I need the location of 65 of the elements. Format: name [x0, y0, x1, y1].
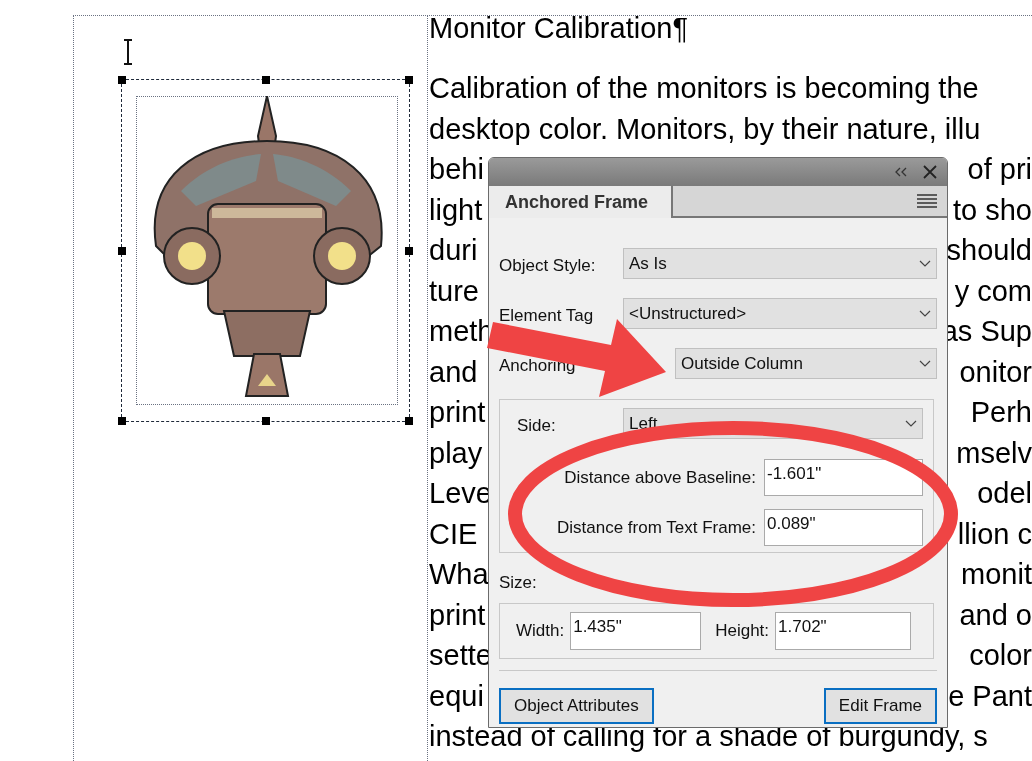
- resize-handle[interactable]: [262, 76, 270, 84]
- resize-handle[interactable]: [405, 76, 413, 84]
- text-line: light: [429, 192, 483, 228]
- heading: Monitor Calibration¶: [429, 11, 689, 46]
- text-line: monit: [961, 557, 1032, 592]
- field-label: Distance from Text Frame:: [556, 516, 756, 539]
- frame-selection[interactable]: [121, 79, 410, 422]
- field-label: Object Style:: [499, 254, 597, 277]
- text-line: Perh: [970, 395, 1032, 430]
- text-input[interactable]: 1.435": [570, 611, 702, 650]
- text-line: onitor: [959, 354, 1032, 390]
- text-line: Calibration of the monitors is becoming the: [429, 71, 979, 106]
- text-line: odel: [977, 476, 1032, 511]
- text-input[interactable]: 1.702": [775, 611, 912, 650]
- text-line: should: [946, 233, 1032, 268]
- text-line: Wha: [429, 557, 489, 592]
- resize-handle[interactable]: [405, 417, 413, 425]
- resize-handle[interactable]: [118, 247, 126, 255]
- text-line: to sho: [953, 192, 1032, 228]
- field-label: Distance above Baseline:: [564, 466, 756, 489]
- text-line: and o: [959, 597, 1032, 633]
- text-line: print: [429, 395, 486, 430]
- chevron-icon: [919, 260, 931, 267]
- chevron-icon: [919, 360, 931, 367]
- text-line: e Pant: [948, 678, 1032, 714]
- dropdown[interactable]: <Unstructured>: [623, 298, 937, 329]
- dropdown[interactable]: As Is: [623, 248, 937, 279]
- text-line: duri: [429, 233, 478, 268]
- text-line: play: [429, 435, 483, 471]
- text-input[interactable]: 0.089": [764, 509, 923, 546]
- size-label: Size:: [499, 572, 538, 594]
- text-line: Leve: [429, 476, 492, 511]
- text-line: color: [969, 638, 1032, 673]
- resize-handle[interactable]: [118, 76, 126, 84]
- text-cursor-icon: [123, 39, 133, 65]
- resize-handle[interactable]: [262, 417, 270, 425]
- field-label: Anchoring: [499, 354, 577, 377]
- text-input[interactable]: -1.601": [764, 459, 923, 496]
- resize-handle[interactable]: [405, 247, 413, 255]
- text-line: and: [429, 354, 478, 390]
- menu-icon[interactable]: [917, 194, 937, 208]
- collapse-icon[interactable]: [895, 167, 907, 177]
- field-label: Width:: [516, 619, 565, 642]
- text-line: print: [429, 597, 486, 633]
- text-line: sette: [429, 638, 492, 673]
- chevron-icon: [905, 420, 917, 427]
- text-line: mselv: [956, 435, 1032, 471]
- field-label: Side:: [516, 414, 557, 437]
- dialog-button[interactable]: Edit Frame: [823, 687, 937, 724]
- dialog-button[interactable]: Object Attributes: [499, 687, 654, 724]
- field-label: Height:: [715, 619, 770, 642]
- text-line: equi: [429, 678, 484, 714]
- resize-handle[interactable]: [118, 417, 126, 425]
- field-label: Element Tag: [499, 304, 595, 327]
- text-line: llion c: [957, 516, 1032, 552]
- close-icon[interactable]: [923, 165, 937, 179]
- text-line: y com: [954, 273, 1032, 309]
- text-line: behi: [429, 152, 484, 187]
- text-line: of pri: [967, 152, 1032, 187]
- panel-tab[interactable]: Anchored Frame: [489, 186, 673, 218]
- text-line: desktop color. Monitors, by their nature, illu: [429, 111, 981, 147]
- dropdown[interactable]: Outside Column: [675, 348, 937, 379]
- chevron-icon: [919, 310, 931, 317]
- text-line: CIE: [429, 516, 478, 552]
- text-line: ture: [429, 273, 479, 309]
